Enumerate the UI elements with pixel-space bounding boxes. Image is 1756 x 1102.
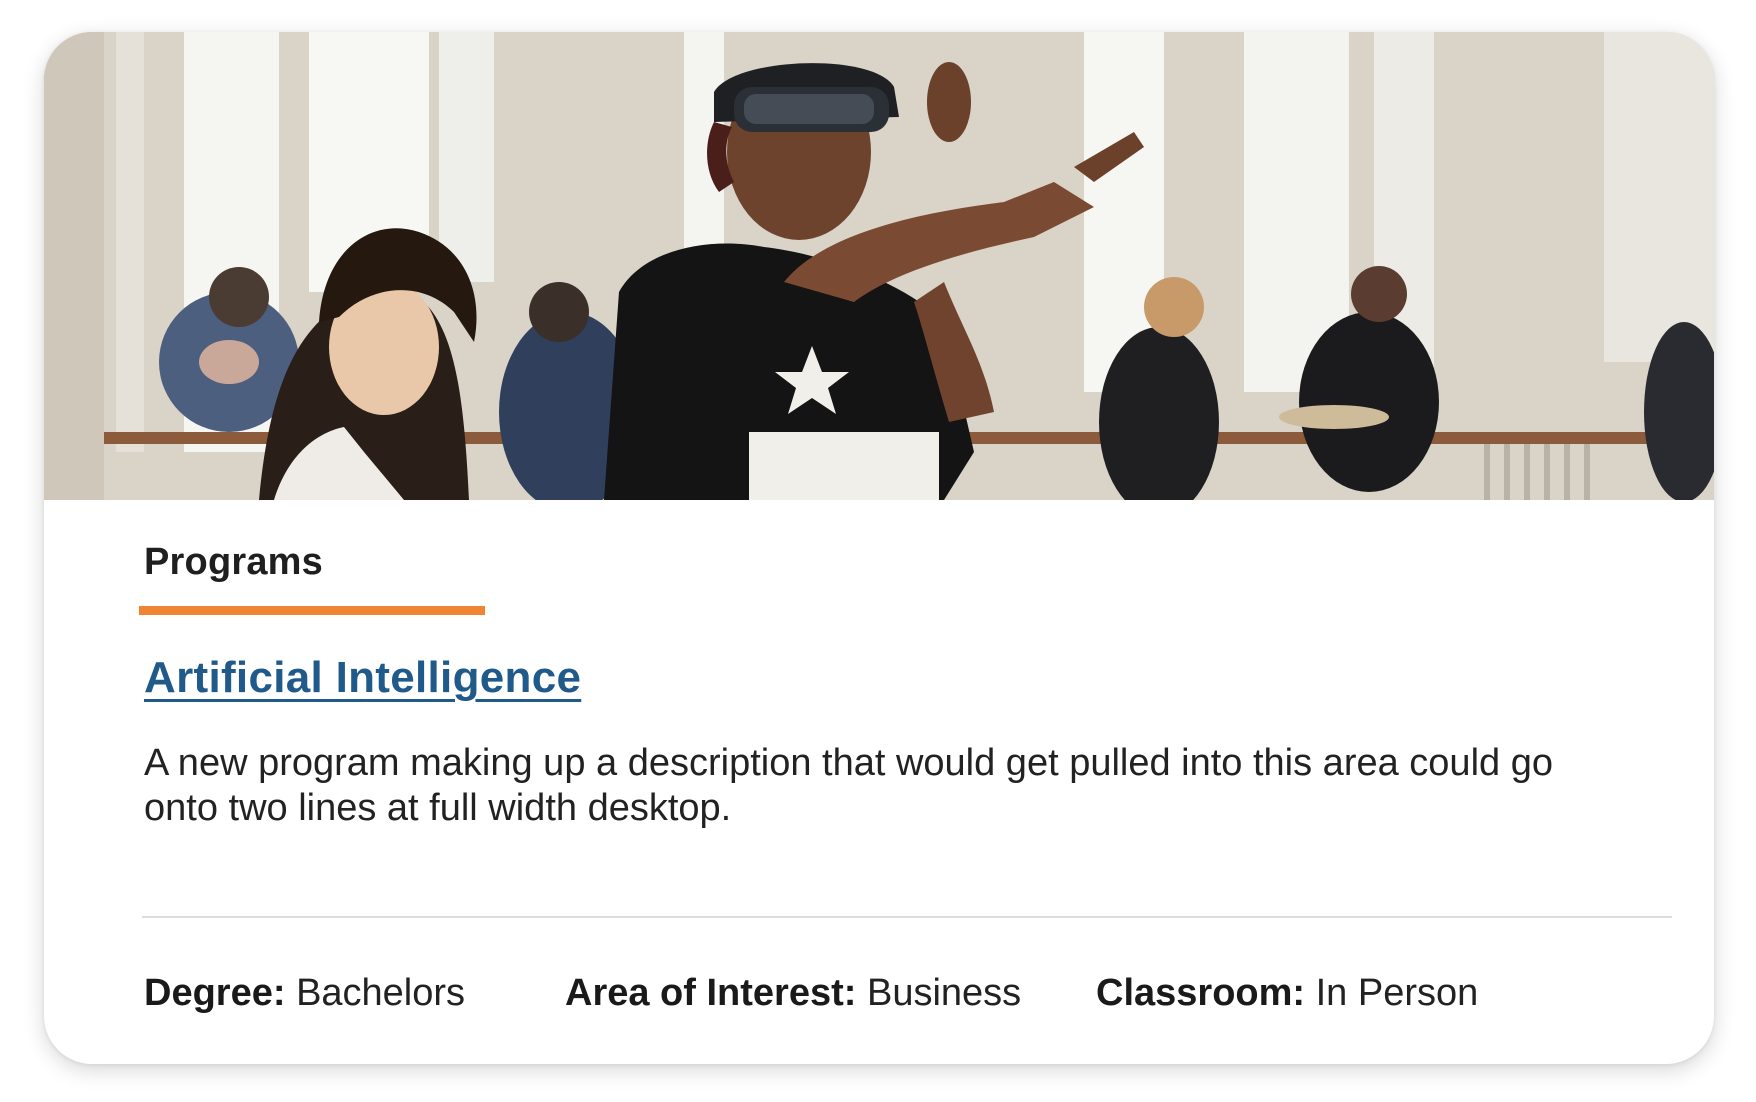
area-of-interest-label: Area of Interest: xyxy=(565,972,857,1014)
program-title-link[interactable]: Artificial Intelligence xyxy=(144,652,581,704)
area-of-interest-value: Business xyxy=(866,972,1022,1014)
degree-label: Degree: xyxy=(144,972,286,1014)
area-of-interest-meta: Area of Interest: Business xyxy=(565,970,1021,1016)
program-description: A new program making up a description th… xyxy=(144,742,1553,829)
card-body: Programs Artificial Intelligence A new p… xyxy=(44,500,1714,1064)
classroom-label: Classroom: xyxy=(1096,972,1306,1014)
divider xyxy=(142,916,1672,918)
degree-value: Bachelors xyxy=(296,972,466,1014)
category-underline xyxy=(139,606,485,615)
category-label: Programs xyxy=(144,541,324,583)
hero-image xyxy=(44,32,1714,500)
degree-meta: Degree: Bachelors xyxy=(144,970,465,1016)
category-tab: Programs xyxy=(139,540,485,620)
classroom-meta: Classroom: In Person xyxy=(1096,970,1478,1016)
classroom-value: In Person xyxy=(1315,972,1479,1014)
program-card: Programs Artificial Intelligence A new p… xyxy=(44,32,1714,1064)
